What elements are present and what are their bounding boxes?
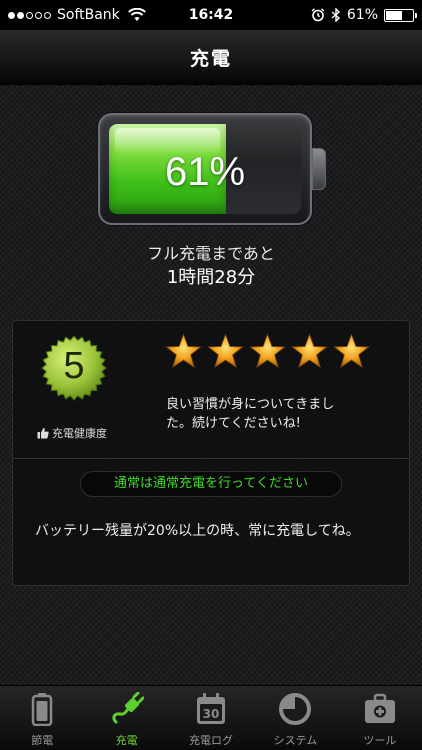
signal-strength: [8, 11, 51, 19]
battery-icon: [31, 693, 53, 726]
pie-chart-icon: [279, 693, 312, 725]
signal-dot: [8, 11, 15, 19]
alarm-icon: [311, 8, 325, 22]
star-icon: [291, 333, 328, 368]
health-message-line: た。続けてくださいね!: [166, 416, 301, 431]
signal-dot: [26, 11, 33, 19]
tab-charge-log[interactable]: 30 充電ログ: [169, 686, 253, 750]
signal-dot: [35, 11, 42, 19]
health-score: 5: [63, 345, 85, 387]
calendar-icon: 30: [197, 693, 226, 724]
tab-tools[interactable]: ツール: [338, 686, 422, 750]
tab-label: 充電ログ: [189, 734, 234, 747]
health-message-line: 良い習慣が身についてきまし: [166, 397, 335, 412]
health-label-text: 充電健康度: [52, 427, 107, 440]
divider: [13, 458, 409, 459]
carrier-name: SoftBank: [57, 7, 120, 23]
tab-system[interactable]: システム: [253, 686, 337, 750]
page-title: 充電: [189, 47, 232, 70]
tab-charge[interactable]: 充電: [84, 686, 168, 750]
battery-gauge: 61%: [98, 113, 312, 225]
remaining-label: フル充電まであと: [147, 244, 275, 263]
tab-label: 節電: [31, 734, 54, 747]
tab-label: システム: [273, 734, 318, 747]
battery-terminal: [312, 148, 326, 190]
signal-dot: [17, 11, 24, 19]
navigation-bar: 充電: [0, 30, 422, 85]
toolbox-icon: [364, 693, 395, 723]
battery-percent: 61%: [164, 150, 246, 194]
tab-bar: 節電 充電 30 充電ログ システム ツール: [0, 685, 422, 750]
health-label: 充電健康度: [37, 425, 107, 441]
calendar-day: 30: [203, 707, 220, 721]
health-panel: 5 充電健康度 良い習慣が身についてきまし た。続けてくださいね! 通常は通常充…: [12, 320, 410, 586]
tab-label: ツール: [363, 734, 397, 747]
star-icon: [207, 333, 244, 368]
tab-power-saving[interactable]: 節電: [0, 686, 84, 750]
bluetooth-icon: [331, 8, 340, 22]
status-battery-percent: 61%: [346, 7, 378, 23]
advice-description: バッテリー残量が20%以上の時、常に充電してね。: [35, 523, 360, 539]
star-icon: [333, 333, 370, 368]
wifi-icon: [127, 8, 146, 21]
status-battery-fill: [386, 10, 402, 20]
star-icon: [165, 333, 202, 368]
health-message: 良い習慣が身についてきまし た。続けてくださいね!: [166, 395, 334, 433]
battery-cell: 61%: [109, 124, 301, 214]
signal-dot: [44, 11, 51, 19]
thumbs-up-icon: [37, 428, 49, 439]
star-icon: [249, 333, 286, 368]
status-bar: SoftBank 16:42 61%: [0, 0, 422, 30]
advice-title: 通常は通常充電を行ってください: [80, 471, 342, 497]
tab-label: 充電: [115, 734, 138, 747]
remaining-time: 1時間28分: [166, 267, 256, 288]
rating-stars: [165, 333, 370, 370]
battery-icon: [384, 8, 417, 22]
plug-icon: [112, 692, 144, 724]
